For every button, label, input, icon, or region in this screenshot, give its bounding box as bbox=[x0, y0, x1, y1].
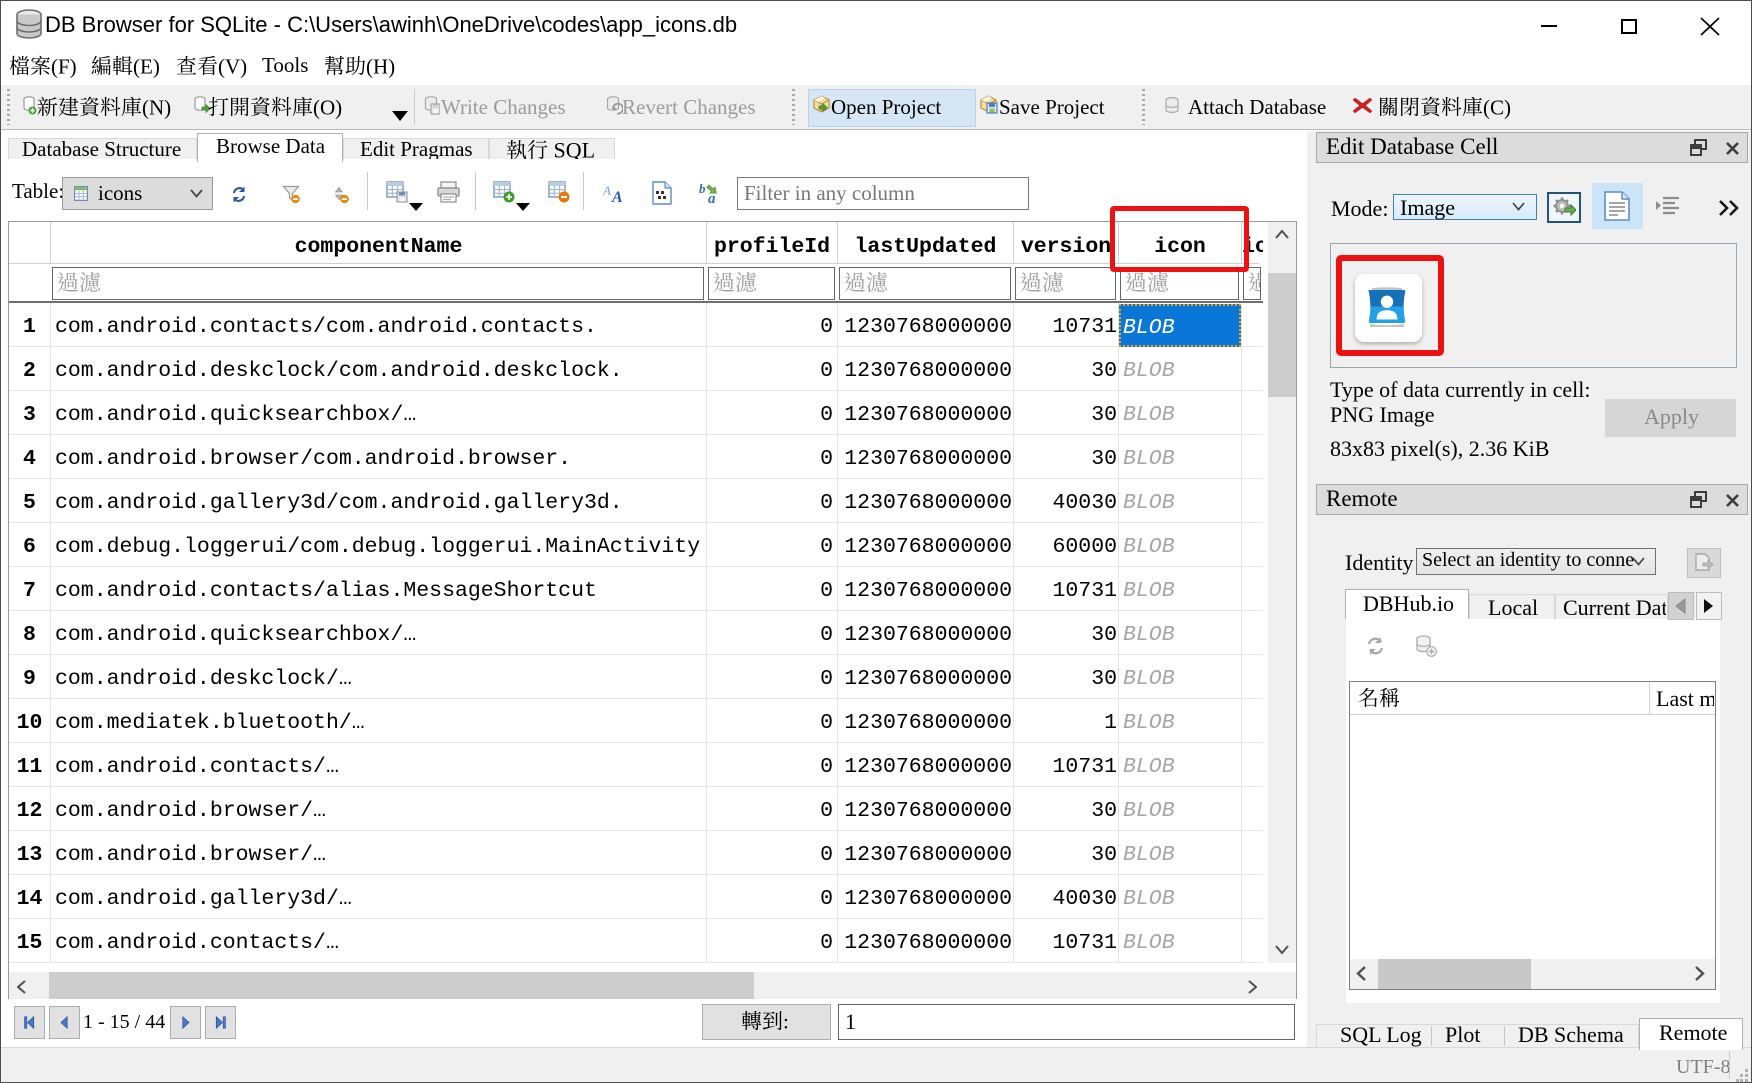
svg-text:(C): (C) bbox=[1483, 96, 1511, 119]
svg-text:(F): (F) bbox=[51, 55, 77, 78]
svg-text:b: b bbox=[699, 182, 706, 196]
svg-text:(V): (V) bbox=[218, 55, 247, 78]
svg-text:A: A bbox=[611, 189, 623, 203]
svg-text:(N): (N) bbox=[142, 96, 171, 119]
svg-text:(H): (H) bbox=[366, 55, 395, 78]
svg-text:A: A bbox=[603, 183, 611, 198]
svg-text::: : bbox=[783, 1010, 789, 1033]
svg-text:(O): (O) bbox=[313, 96, 342, 119]
svg-text:(E): (E) bbox=[133, 55, 160, 78]
